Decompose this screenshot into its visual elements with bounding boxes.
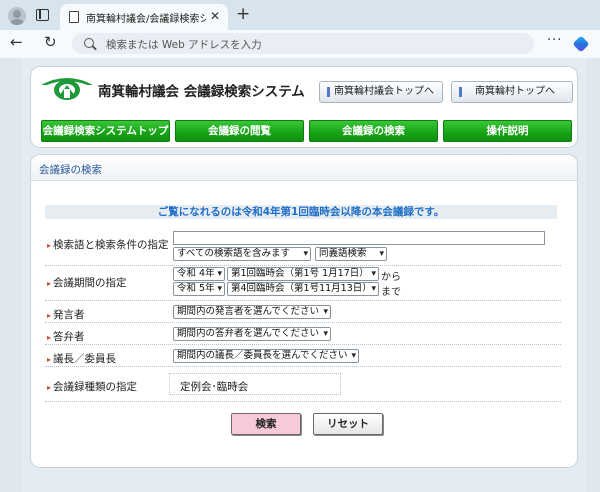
search-icon: [84, 38, 94, 48]
from-year-value: 令和 4年: [177, 268, 215, 279]
tab-title: 南箕輪村議会/会議録検索システム: [86, 14, 206, 25]
keyword-label: 検索語と検索条件の指定: [47, 237, 169, 252]
tab-bar: 南箕輪村議会/会議録検索システム ✕ +: [0, 0, 600, 30]
answerer-select[interactable]: 期間内の答弁者を選んでください ▾: [173, 327, 331, 341]
close-tab-icon[interactable]: ✕: [210, 9, 220, 23]
speaker-select[interactable]: 期間内の発言者を選んでください ▾: [173, 305, 331, 319]
to-year-select[interactable]: 令和 5年 ▾: [173, 282, 225, 296]
section-title: 会議録の検索: [39, 164, 102, 176]
to-session-select[interactable]: 第4回臨時会（第1号11月13日） ▾: [227, 282, 379, 296]
back-icon[interactable]: ←: [10, 33, 23, 51]
keyword-mode-select[interactable]: すべての検索語を含みます ▾: [173, 247, 311, 261]
nav-search-minutes[interactable]: 会議録の検索: [309, 120, 438, 142]
chevron-down-icon: ▾: [371, 269, 376, 279]
village-top-link[interactable]: 南箕輪村トップへ: [451, 81, 573, 103]
navigation-bar: ← ↻ 検索または Web アドレスを入力 ···: [0, 30, 600, 58]
page-icon: [69, 11, 79, 23]
chevron-down-icon: ▾: [323, 307, 328, 317]
from-suffix: から: [381, 272, 401, 283]
chevron-down-icon: ▾: [217, 269, 222, 279]
from-session-value: 第1回臨時会（第1号 1月17日）: [231, 268, 369, 279]
chair-label: 議長／委員長: [47, 351, 116, 366]
from-year-select[interactable]: 令和 4年 ▾: [173, 267, 225, 281]
answerer-value: 期間内の答弁者を選んでください: [177, 328, 320, 339]
search-panel: 会議録の検索 ご覧になれるのは令和4年第1回臨時会以降の本会議録です。 検索語と…: [30, 154, 578, 468]
profile-avatar-icon[interactable]: [8, 7, 26, 25]
from-session-select[interactable]: 第1回臨時会（第1号 1月17日） ▾: [227, 267, 379, 281]
row-divider: [45, 322, 561, 323]
speaker-value: 期間内の発言者を選んでください: [177, 306, 320, 317]
period-label: 会議期間の指定: [47, 275, 127, 290]
chevron-down-icon: ▾: [351, 351, 356, 361]
keyword-input[interactable]: [173, 231, 545, 245]
synonym-value: 同義語検索: [319, 248, 367, 259]
new-tab-icon[interactable]: +: [236, 5, 250, 23]
chevron-down-icon: ▾: [303, 249, 308, 259]
minutes-type-value: 定例会･臨時会: [180, 381, 249, 393]
copilot-icon[interactable]: [572, 35, 590, 53]
search-button[interactable]: 検索: [231, 413, 301, 435]
nav-system-top[interactable]: 会議録検索システムトップ: [41, 120, 170, 142]
chevron-down-icon: ▾: [379, 249, 384, 259]
page-content: 南箕輪村議会 会議録検索システム 南箕輪村議会トップへ 南箕輪村トップへ 会議録…: [22, 58, 586, 492]
tab-actions-icon[interactable]: [36, 9, 49, 21]
row-divider: [45, 366, 561, 367]
village-emblem-icon: [41, 78, 93, 100]
chevron-down-icon: ▾: [217, 284, 222, 294]
row-divider: [45, 300, 561, 301]
site-header: 南箕輪村議会 会議録検索システム 南箕輪村議会トップへ 南箕輪村トップへ 会議録…: [30, 66, 578, 148]
chair-select[interactable]: 期間内の議長／委員長を選んでください ▾: [173, 349, 359, 363]
to-session-value: 第4回臨時会（第1号11月13日）: [231, 283, 372, 294]
reset-button[interactable]: リセット: [313, 413, 383, 435]
nav-browse-minutes[interactable]: 会議録の閲覧: [175, 120, 304, 142]
chair-value: 期間内の議長／委員長を選んでください: [177, 350, 348, 361]
to-suffix: まで: [381, 287, 401, 298]
speaker-label: 発言者: [47, 307, 85, 322]
availability-notice: ご覧になれるのは令和4年第1回臨時会以降の本会議録です。: [45, 205, 557, 219]
minutes-type-field[interactable]: 定例会･臨時会: [169, 373, 341, 395]
address-bar[interactable]: 検索または Web アドレスを入力: [72, 33, 534, 54]
chevron-down-icon: ▾: [371, 284, 376, 294]
more-menu-icon[interactable]: ···: [547, 33, 562, 48]
address-placeholder: 検索または Web アドレスを入力: [106, 39, 262, 51]
answerer-label: 答弁者: [47, 329, 85, 344]
chevron-down-icon: ▾: [323, 329, 328, 339]
council-top-link[interactable]: 南箕輪村議会トップへ: [319, 81, 443, 103]
synonym-select[interactable]: 同義語検索 ▾: [315, 247, 387, 261]
row-divider: [45, 265, 561, 266]
site-title: 南箕輪村議会 会議録検索システム: [98, 84, 305, 100]
row-divider: [45, 401, 561, 402]
keyword-mode-value: すべての検索語を含みます: [177, 248, 290, 259]
to-year-value: 令和 5年: [177, 283, 215, 294]
section-header: 会議録の検索: [31, 155, 577, 181]
row-divider: [45, 344, 561, 345]
browser-chrome: 南箕輪村議会/会議録検索システム ✕ + ← ↻ 検索または Web アドレスを…: [0, 0, 600, 58]
nav-help[interactable]: 操作説明: [443, 120, 572, 142]
browser-tab[interactable]: 南箕輪村議会/会議録検索システム ✕: [60, 4, 228, 30]
type-label: 会議録種類の指定: [47, 379, 137, 394]
reload-icon[interactable]: ↻: [44, 33, 57, 51]
